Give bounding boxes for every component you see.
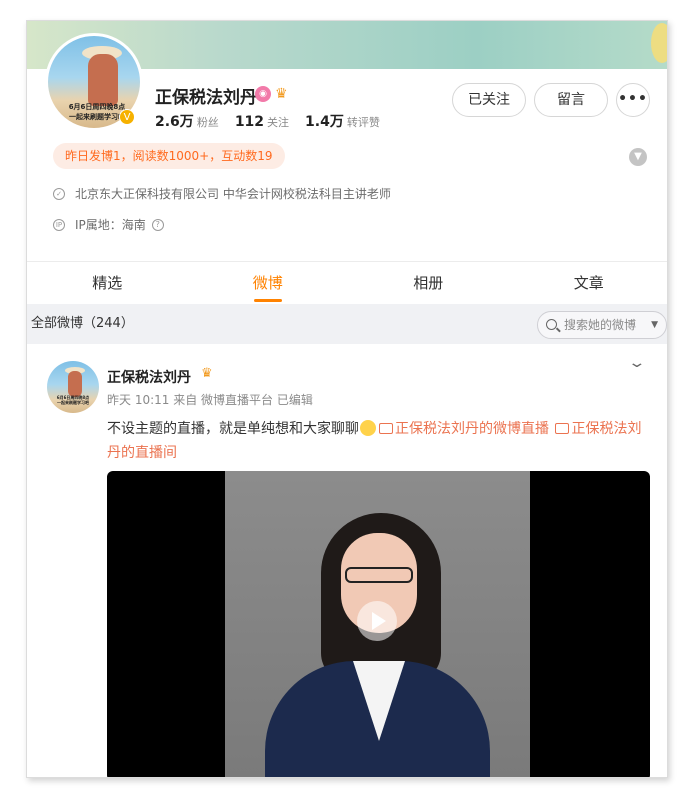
super-topic-icon[interactable]: ◉ [255, 86, 271, 102]
engagement-label: 转评赞 [346, 116, 380, 129]
verified-shield-icon: ✓ [53, 187, 65, 200]
more-options-button[interactable]: ••• [616, 83, 650, 117]
crown-icon[interactable]: ♛ [275, 85, 288, 103]
post-avatar-person [68, 371, 82, 397]
play-icon[interactable] [357, 601, 397, 641]
grin-emoji-icon [360, 420, 376, 436]
post-meta: 昨天 10:11 来自 微博直播平台 已编辑 [107, 393, 313, 407]
post-author-avatar[interactable]: 6月6日周四晚8点 一起来刷题学习吧 [47, 361, 99, 413]
search-placeholder: 搜索她的微博 [564, 318, 637, 332]
profile-stats: 2.6万 粉丝 112 关注 1.4万 转评赞 [155, 111, 380, 131]
help-icon[interactable]: ? [151, 218, 164, 231]
following-count: 112 [234, 114, 265, 130]
video-player[interactable] [107, 471, 650, 777]
followed-button[interactable]: 已关注 [452, 83, 526, 117]
post-avatar-caption: 6月6日周四晚8点 一起来刷题学习吧 [51, 395, 95, 405]
following-label: 关注 [267, 116, 290, 129]
following-stat[interactable]: 112 关注 [235, 111, 289, 130]
dropdown-arrow-icon[interactable]: ▼ [651, 312, 658, 338]
ip-location-text: IP属地：海南 [75, 218, 146, 232]
video-person-glasses [345, 567, 413, 583]
followers-label: 粉丝 [196, 116, 219, 129]
profile-tabs: 精选 微博 相册 文章 [27, 262, 668, 304]
post-author-name[interactable]: 正保税法刘丹 [107, 367, 191, 387]
tab-featured[interactable]: 精选 [27, 262, 188, 304]
engagement-stat: 1.4万 转评赞 [305, 111, 380, 131]
filter-bar: 全部微博（244） 搜索她的微博 ▼ [27, 304, 667, 344]
message-button[interactable]: 留言 [534, 83, 608, 117]
followers-count: 2.6万 [155, 114, 194, 130]
profile-name: 正保税法刘丹 [155, 88, 257, 108]
live-link[interactable]: 正保税法刘丹的微博直播 [395, 421, 549, 437]
ip-icon: IP [53, 218, 65, 231]
live-room-icon [555, 423, 570, 434]
engagement-count: 1.4万 [305, 114, 344, 130]
post-text-body: 不设主题的直播，就是单纯想和大家聊聊 [107, 421, 359, 437]
tab-articles[interactable]: 文章 [509, 262, 668, 304]
tab-album[interactable]: 相册 [348, 262, 509, 304]
activity-summary: 昨日发博1，阅读数1000+，互动数19 [53, 143, 285, 169]
search-posts-input[interactable]: 搜索她的微博 ▼ [537, 311, 667, 339]
post-avatar-caption-line2: 一起来刷题学习吧 [57, 400, 89, 405]
post-menu-chevron-icon[interactable]: ⌄ [627, 355, 646, 371]
verified-icon: V [119, 109, 135, 125]
cover-decoration [651, 23, 667, 63]
profile-page: 6月6日周四晚8点 一起来刷题学习吧 V 正保税法刘丹 ◉ ♛ 2.6万 粉丝 1… [26, 20, 668, 778]
followers-stat[interactable]: 2.6万 粉丝 [155, 111, 219, 131]
expand-chevron-icon[interactable]: ▼ [629, 148, 647, 166]
search-icon [546, 319, 557, 330]
company-text: 北京东大正保科技有限公司 中华会计网校税法科目主讲老师 [75, 187, 391, 201]
post-crown-icon[interactable]: ♛ [201, 366, 213, 381]
all-posts-count[interactable]: 全部微博（244） [31, 304, 134, 344]
live-icon [379, 423, 393, 434]
ip-location: IP IP属地：海南 ? [53, 216, 164, 233]
tab-weibo[interactable]: 微博 [188, 262, 349, 304]
company-info: ✓ 北京东大正保科技有限公司 中华会计网校税法科目主讲老师 [53, 185, 391, 202]
post-text: 不设主题的直播，就是单纯想和大家聊聊 正保税法刘丹的微博直播 正保税法刘丹的直播间 [107, 417, 652, 465]
avatar-person [88, 54, 118, 106]
